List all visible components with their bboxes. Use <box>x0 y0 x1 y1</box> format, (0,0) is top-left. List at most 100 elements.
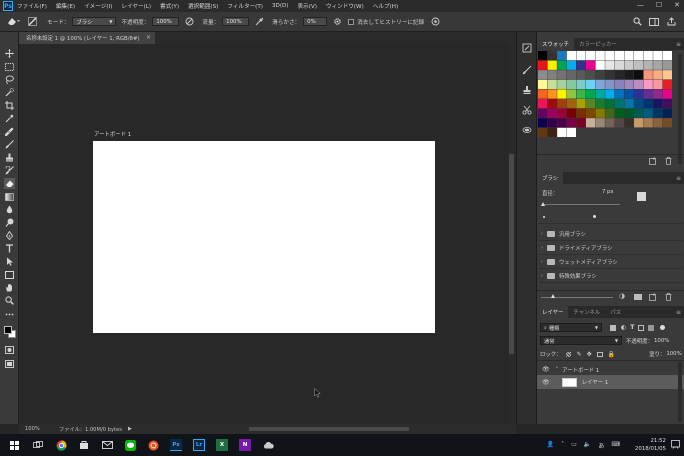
swatch[interactable] <box>586 108 596 118</box>
eyedropper-tool-icon[interactable] <box>4 113 15 124</box>
brush-size-slider-handle[interactable] <box>541 202 545 206</box>
brush-preview-row[interactable] <box>539 210 683 224</box>
filter-type-icon[interactable]: T <box>630 324 634 331</box>
quick-selection-tool-icon[interactable] <box>4 87 15 98</box>
onenote-taskbar-icon[interactable]: N <box>239 439 251 451</box>
notification-icon[interactable] <box>671 440 680 449</box>
layers-scrollbar[interactable] <box>678 362 682 422</box>
panel-menu-icon[interactable]: ≡ <box>676 309 681 316</box>
swatch[interactable] <box>538 127 548 137</box>
swatch[interactable] <box>643 118 653 128</box>
photoshop-taskbar-icon[interactable]: Ps <box>170 439 182 451</box>
swatch[interactable] <box>662 99 672 109</box>
tab-channels[interactable]: チャンネル <box>568 306 605 318</box>
cloud-app-icon[interactable] <box>262 439 274 451</box>
swatch[interactable] <box>566 60 576 70</box>
swatch[interactable] <box>547 79 557 89</box>
swatch[interactable] <box>605 89 615 99</box>
menu-file[interactable]: ファイル(F) <box>17 2 47 10</box>
swatch[interactable] <box>595 108 605 118</box>
search-icon[interactable] <box>632 17 642 27</box>
swatch[interactable] <box>624 60 634 70</box>
new-swatch-icon[interactable] <box>649 157 657 165</box>
swatch[interactable] <box>605 118 615 128</box>
swatch[interactable] <box>643 70 653 80</box>
swatch[interactable] <box>614 108 624 118</box>
swatch[interactable] <box>634 118 644 128</box>
menu-view[interactable]: 表示(V) <box>298 2 317 10</box>
healing-brush-tool-icon[interactable] <box>4 126 15 137</box>
zoom-tool-icon[interactable] <box>4 295 15 306</box>
swatch[interactable] <box>634 60 644 70</box>
swatch[interactable] <box>643 108 653 118</box>
filter-shape-icon[interactable] <box>638 324 645 331</box>
swatch[interactable] <box>643 60 653 70</box>
horizontal-scroll-thumb[interactable] <box>249 427 409 431</box>
swatch[interactable] <box>595 70 605 80</box>
maximize-button[interactable]: ☐ <box>656 1 662 9</box>
swatch[interactable] <box>605 79 615 89</box>
line-icon[interactable] <box>124 439 136 451</box>
menu-filter[interactable]: フィルター(T) <box>227 2 263 10</box>
swatch[interactable] <box>566 70 576 80</box>
swatch[interactable] <box>614 79 624 89</box>
swatch[interactable] <box>605 51 615 61</box>
tab-paths[interactable]: パス <box>605 306 626 318</box>
swatch[interactable] <box>576 51 586 61</box>
path-selection-tool-icon[interactable] <box>4 256 15 267</box>
mail-icon[interactable] <box>101 439 113 451</box>
swatch[interactable] <box>624 51 634 61</box>
swatch[interactable] <box>547 127 557 137</box>
swatch[interactable] <box>576 70 586 80</box>
crop-tool-icon[interactable] <box>4 100 15 111</box>
layer-filter-select[interactable]: ⌕ 種類 ▼ <box>540 323 602 332</box>
menu-edit[interactable]: 編集(E) <box>56 2 75 10</box>
swatch[interactable] <box>538 89 548 99</box>
brush-size-field[interactable]: 7 px <box>599 187 629 196</box>
swatch[interactable] <box>557 79 567 89</box>
lock-artboard-icon[interactable] <box>596 351 603 357</box>
swatch[interactable] <box>662 89 672 99</box>
task-view-icon[interactable] <box>32 439 44 451</box>
clone-source-panel-icon[interactable] <box>521 84 533 96</box>
swatch[interactable] <box>634 70 644 80</box>
swatch[interactable] <box>605 60 615 70</box>
swatch[interactable] <box>662 70 672 80</box>
swatch[interactable] <box>653 99 663 109</box>
rectangle-tool-icon[interactable] <box>4 269 15 280</box>
swatch[interactable] <box>643 51 653 61</box>
new-group-folder-icon[interactable] <box>634 294 642 300</box>
menu-help[interactable]: ヘルプ(H) <box>373 2 398 10</box>
swatch[interactable] <box>662 60 672 70</box>
swatch[interactable] <box>653 118 663 128</box>
lock-transparent-icon[interactable] <box>565 351 571 357</box>
swatch[interactable] <box>614 118 624 128</box>
file-info[interactable]: ファイル：1.00M/0 bytes <box>59 426 122 433</box>
swatch[interactable] <box>614 99 624 109</box>
swatch[interactable] <box>557 70 567 80</box>
swatch[interactable] <box>538 51 548 61</box>
menu-window[interactable]: ウィンドウ(W) <box>326 2 364 10</box>
fill-value[interactable]: 100% <box>666 351 681 357</box>
menu-image[interactable]: イメージ(I) <box>84 2 112 10</box>
swatch[interactable] <box>624 70 634 80</box>
lasso-tool-icon[interactable] <box>4 74 15 85</box>
tab-brushes[interactable]: ブラシ <box>537 172 564 184</box>
swatch[interactable] <box>662 118 672 128</box>
swatch[interactable] <box>586 70 596 80</box>
network-icon[interactable]: ▭ <box>571 441 577 450</box>
swatch[interactable] <box>557 118 567 128</box>
taskbar-clock[interactable]: 21:52 2018/01/05 <box>635 437 666 453</box>
swatch-grid[interactable] <box>538 51 676 171</box>
filter-smart-object-icon[interactable] <box>648 324 655 331</box>
swatch[interactable] <box>624 79 634 89</box>
swatch[interactable] <box>538 79 548 89</box>
swatch[interactable] <box>538 60 548 70</box>
color-swatch-icon[interactable] <box>3 325 17 339</box>
swatch[interactable] <box>586 89 596 99</box>
store-icon[interactable] <box>78 439 90 451</box>
swatch[interactable] <box>614 51 624 61</box>
move-tool-icon[interactable] <box>4 48 15 59</box>
excel-taskbar-icon[interactable]: X <box>216 439 228 451</box>
hand-tool-icon[interactable] <box>4 282 15 293</box>
